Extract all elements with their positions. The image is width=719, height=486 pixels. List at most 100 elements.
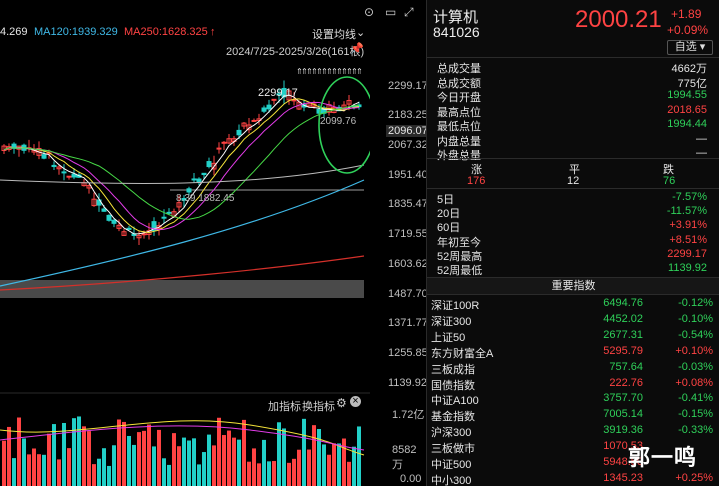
volume-bar [347, 461, 351, 486]
volume-bar [192, 438, 196, 486]
price-tick: 1487.70 [388, 288, 428, 300]
index-price: 5295.79 [603, 344, 643, 357]
volume-bar [82, 426, 86, 486]
period-row: 5日 -7.57% [437, 191, 715, 206]
index-row[interactable]: 上证50 2677.31 -0.54% [427, 329, 719, 345]
index-name: 中证A100 [431, 395, 479, 408]
stock-code: 841026 [433, 24, 480, 40]
candle-body [166, 211, 172, 214]
period-label: 52周最低 [437, 265, 483, 277]
volume-bar [72, 418, 76, 486]
volume-bar [272, 461, 276, 486]
index-change: -0.41% [678, 392, 713, 405]
stat-value: — [696, 132, 707, 145]
index-row[interactable]: 三板成指 757.64 -0.03% [427, 361, 719, 377]
stat-value: 2018.65 [667, 103, 707, 116]
up-arrow-marker: ⇑ [356, 67, 363, 76]
volume-bar [227, 430, 231, 486]
volume-bar [212, 445, 216, 486]
volume-bar [97, 458, 101, 486]
volume-bar [22, 438, 26, 486]
index-name: 中证500 [431, 459, 472, 471]
stock-change: +1.89 [671, 7, 702, 21]
volume-bar [312, 425, 316, 486]
candle-body [221, 141, 227, 144]
candle-body [106, 214, 112, 221]
stat-row: 总成交额 775亿 [437, 75, 715, 90]
price-tick: 2183.25 [388, 109, 428, 121]
volume-bar [2, 440, 6, 486]
volume-bar [87, 431, 91, 486]
gear-icon[interactable]: ⚙ [336, 396, 347, 410]
stat-row: 最高点位 2018.65 [437, 103, 715, 119]
volume-bar [232, 437, 236, 486]
minimize-icon[interactable]: ▭ [385, 5, 396, 19]
volume-bar [217, 417, 221, 486]
volume-bar [177, 446, 181, 486]
volume-bar [297, 449, 301, 486]
volume-bar [117, 419, 121, 486]
candle-body [236, 129, 242, 136]
index-row[interactable]: 基金指数 7005.14 -0.15% [427, 408, 719, 424]
volume-bar [37, 454, 41, 486]
index-row[interactable]: 沪深300 3919.36 -0.33% [427, 424, 719, 440]
index-row[interactable]: 东方财富全A 5295.79 +0.10% [427, 345, 719, 361]
kline-chart-area[interactable]: ⊙ ▭ ⤢ 4.269 MA120:1939.329 MA250:1628.32… [0, 0, 430, 486]
volume-bar [12, 458, 16, 486]
breadth-up-count: 176 [467, 175, 486, 187]
candle-body [201, 172, 207, 176]
price-tick: 2299.17 [388, 80, 428, 92]
candle-body [51, 164, 57, 168]
candle-body [111, 219, 117, 224]
add-indicator-button[interactable]: 加指标 [268, 398, 301, 414]
volume-bar [337, 443, 341, 486]
candle-body [101, 208, 107, 212]
index-name: 上证50 [431, 331, 466, 344]
volume-bar [277, 422, 281, 486]
volume-bar [32, 448, 36, 486]
volume-bar [317, 429, 321, 486]
period-value: -11.57% [666, 205, 707, 218]
volume-bar [122, 421, 126, 486]
stat-row: 总成交量 4662万 [437, 60, 715, 75]
index-name: 国债指数 [431, 379, 475, 392]
index-row[interactable]: 深证100R 6494.76 -0.12% [427, 297, 719, 313]
index-name: 三板做市 [431, 443, 475, 456]
mid-label: 2099.76 [320, 116, 357, 127]
volume-bar [252, 448, 256, 486]
quote-panel: 计算机 841026 2000.21 +1.89 +0.09% 自选 ▾ 总成交… [426, 0, 719, 486]
index-change: +0.10% [675, 344, 713, 357]
index-row[interactable]: 深证300 4452.02 -0.10% [427, 313, 719, 329]
stat-value: 1994.55 [667, 89, 707, 101]
index-price: 4452.02 [603, 312, 643, 325]
index-name: 深证300 [431, 315, 472, 328]
volume-bar [207, 434, 211, 486]
stock-price: 2000.21 [575, 6, 662, 33]
volume-bar [262, 439, 266, 486]
candle-body [196, 178, 202, 183]
index-row[interactable]: 国债指数 222.76 +0.08% [427, 377, 719, 393]
index-name: 中小300 [431, 474, 472, 486]
index-change: +0.25% [675, 471, 713, 484]
volume-bar [102, 448, 106, 486]
price-tick: 2067.32 [388, 139, 428, 151]
watchlist-button[interactable]: 自选 ▾ [667, 40, 713, 55]
switch-indicator-button[interactable]: 换指标 [302, 398, 335, 414]
volume-bar [137, 432, 141, 486]
close-icon[interactable]: × [350, 396, 361, 407]
index-price: 757.64 [609, 360, 643, 373]
index-row[interactable]: 中证A100 3757.70 -0.41% [427, 392, 719, 408]
volume-bar [27, 454, 31, 486]
index-row[interactable]: 中小300 1345.23 +0.25% [427, 472, 719, 486]
candle-body [191, 178, 197, 181]
volume-bar [237, 439, 241, 486]
volume-bar [107, 465, 111, 486]
expand-icon[interactable]: ⤢ [404, 5, 414, 20]
watchlist-label: 自选 [674, 41, 697, 53]
price-tick: 1719.55 [388, 228, 428, 240]
volume-bar [77, 416, 81, 486]
volume-bar [132, 444, 136, 486]
period-row: 20日 -11.57% [437, 205, 715, 220]
volume-bar [357, 426, 361, 486]
period-row: 52周最低 1139.92 [437, 262, 715, 277]
